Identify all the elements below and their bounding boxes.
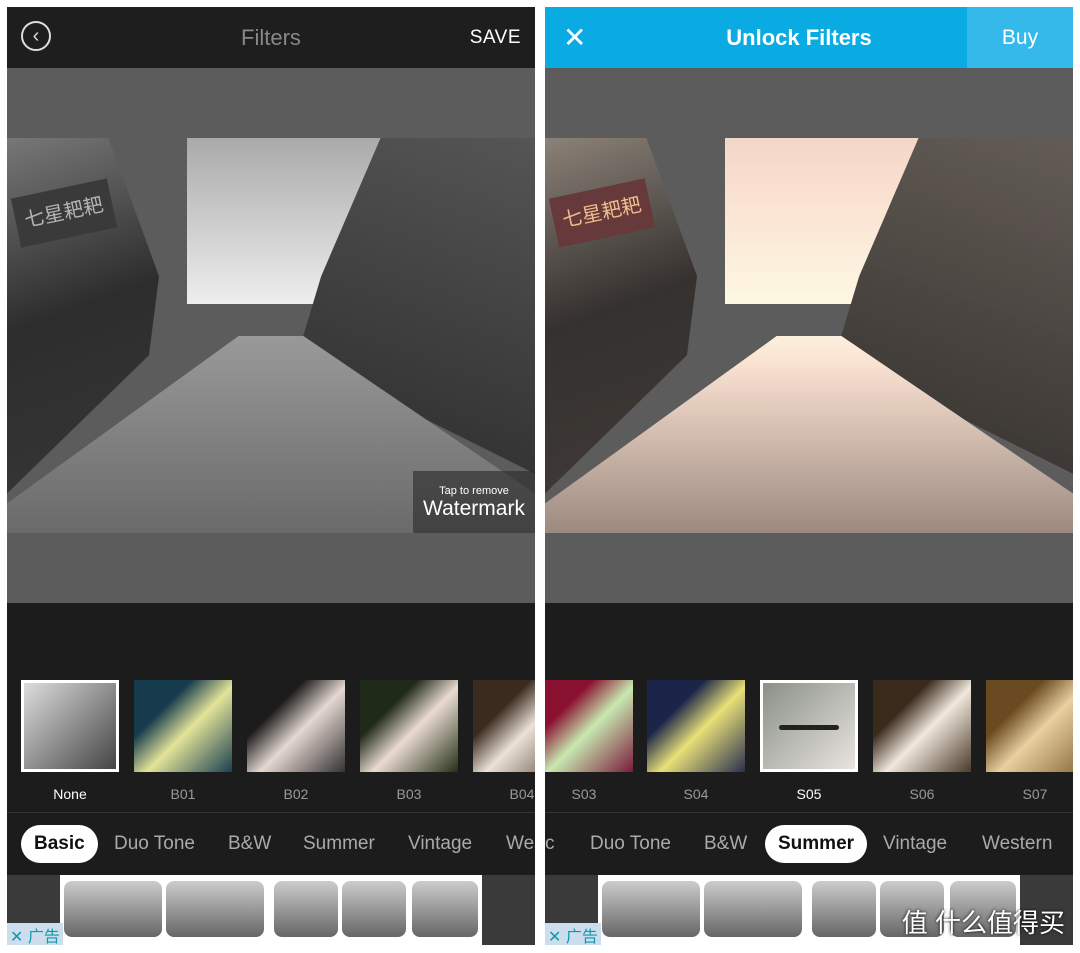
tab-summer[interactable]: Summer — [765, 825, 868, 863]
filter-label: S07 — [1022, 786, 1048, 802]
filters-screen: ‹ Filters SAVE 七星耙耙 Tap to remove Waterm… — [7, 7, 535, 945]
header: ‹ Filters SAVE — [7, 7, 535, 68]
watermark-label: Watermark — [423, 497, 525, 520]
tab-western[interactable]: Western — [982, 825, 1052, 863]
ad-banner[interactable]: ✕ 广告 — [7, 875, 535, 945]
tab-duo-tone[interactable]: Duo Tone — [590, 825, 671, 863]
filter-s07[interactable]: S07 — [986, 680, 1073, 802]
filter-label: None — [53, 786, 87, 802]
ad-close-button[interactable]: ✕ 广告 — [7, 923, 63, 945]
filter-label: B01 — [170, 786, 196, 802]
tab-bw[interactable]: B&W — [704, 825, 747, 863]
filter-label: S05 — [796, 786, 822, 802]
ad-close-button[interactable]: ✕ 广告 — [545, 923, 601, 945]
filter-label: B02 — [283, 786, 309, 802]
unlock-filters-screen: ✕ Unlock Filters Buy 七星耙耙 S03 S04 S05 S0… — [545, 7, 1073, 945]
filter-b04[interactable]: B04 — [473, 680, 535, 802]
intensity-slider[interactable] — [779, 725, 839, 730]
filter-list: S03 S04 S05 S06 S07 — [545, 680, 1073, 802]
photo-preview: 七星耙耙 — [545, 138, 1073, 533]
tab-western[interactable]: Wes — [506, 825, 535, 863]
category-tabs: Basic Duo Tone B&W Summer Vintage Wes — [7, 825, 535, 863]
filter-label: S03 — [571, 786, 597, 802]
ad-label: 广告 — [565, 929, 598, 945]
buy-button[interactable]: Buy — [967, 7, 1073, 68]
ad-banner[interactable]: ✕ 广告 值 什么值得买 — [545, 875, 1073, 945]
divider — [545, 812, 1073, 813]
photo-preview: 七星耙耙 Tap to remove Watermark — [7, 138, 535, 533]
filter-b01[interactable]: B01 — [134, 680, 232, 802]
divider — [7, 812, 535, 813]
watermark-button[interactable]: Tap to remove Watermark — [413, 471, 535, 533]
filter-label: B03 — [396, 786, 422, 802]
filter-none[interactable]: None — [21, 680, 119, 802]
tab-basic[interactable]: c — [545, 825, 555, 863]
watermark-hint: Tap to remove — [439, 485, 509, 497]
tab-vintage[interactable]: Vintage — [883, 825, 947, 863]
header: ✕ Unlock Filters Buy — [545, 7, 1073, 68]
tab-basic[interactable]: Basic — [21, 825, 98, 863]
filter-list: None B01 B02 B03 B04 — [7, 680, 535, 802]
category-tabs: c Duo Tone B&W Summer Vintage Western — [545, 825, 1073, 863]
save-button[interactable]: SAVE — [470, 27, 521, 49]
tab-summer[interactable]: Summer — [303, 825, 375, 863]
filter-s06[interactable]: S06 — [873, 680, 971, 802]
tab-vintage[interactable]: Vintage — [408, 825, 472, 863]
filter-s04[interactable]: S04 — [647, 680, 745, 802]
filter-label: B04 — [509, 786, 535, 802]
tab-duo-tone[interactable]: Duo Tone — [114, 825, 195, 863]
filter-b03[interactable]: B03 — [360, 680, 458, 802]
site-watermark: 值 什么值得买 — [901, 908, 1065, 938]
page-title: Filters — [241, 25, 301, 50]
tab-bw[interactable]: B&W — [228, 825, 271, 863]
filter-b02[interactable]: B02 — [247, 680, 345, 802]
filter-s03[interactable]: S03 — [545, 680, 633, 802]
filter-label: S04 — [683, 786, 709, 802]
filter-label: S06 — [909, 786, 935, 802]
filter-s05[interactable]: S05 — [760, 680, 858, 802]
ad-label: 广告 — [27, 929, 60, 945]
